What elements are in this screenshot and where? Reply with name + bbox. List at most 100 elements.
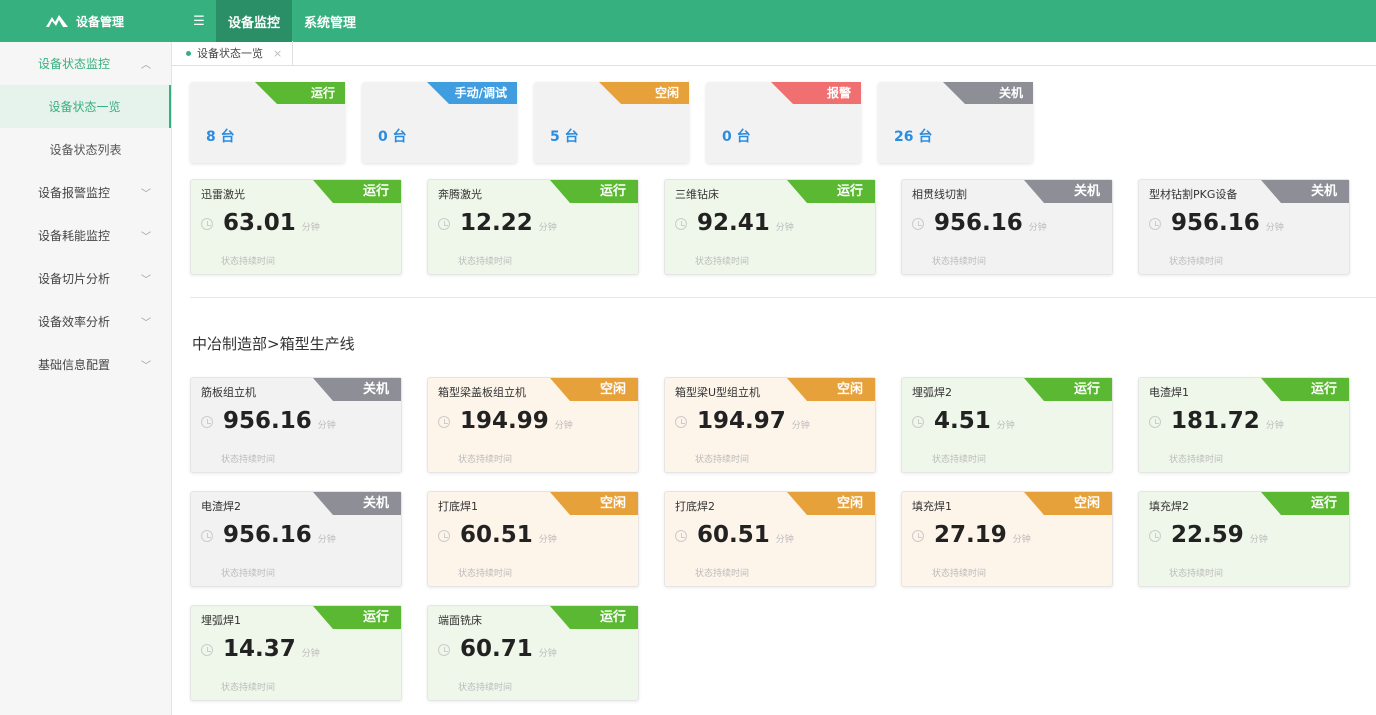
device-card[interactable]: 端面铣床 运行 60.71 分钟 状态持续时间 xyxy=(427,605,639,701)
device-card[interactable]: 埋弧焊1 运行 14.37 分钟 状态持续时间 xyxy=(190,605,402,701)
duration-caption: 状态持续时间 xyxy=(695,455,750,465)
device-card[interactable]: 型材钻割PKG设备 关机 956.16 分钟 状态持续时间 xyxy=(1138,179,1350,275)
duration-value: 14.37 分钟 xyxy=(223,636,320,662)
chevron-down-icon: ﹀ xyxy=(141,189,151,200)
device-card[interactable]: 相贯线切割 关机 956.16 分钟 状态持续时间 xyxy=(901,179,1113,275)
device-name: 型材钻割PKG设备 xyxy=(1149,188,1238,201)
clock-icon xyxy=(675,416,687,428)
duration-caption: 状态持续时间 xyxy=(458,257,513,267)
device-card[interactable]: 电渣焊2 关机 956.16 分钟 状态持续时间 xyxy=(190,491,402,587)
duration-value: 956.16 分钟 xyxy=(223,408,336,434)
duration-caption: 状态持续时间 xyxy=(932,569,987,579)
duration-unit: 分钟 xyxy=(1265,223,1284,233)
duration-value: 92.41 分钟 xyxy=(697,210,794,236)
clock-icon xyxy=(1149,530,1161,542)
duration-number: 956.16 xyxy=(223,522,312,548)
duration-unit: 分钟 xyxy=(301,649,320,659)
device-card[interactable]: 箱型梁盖板组立机 空闲 194.99 分钟 状态持续时间 xyxy=(427,377,639,473)
device-card[interactable]: 打底焊2 空闲 60.51 分钟 状态持续时间 xyxy=(664,491,876,587)
clock-icon xyxy=(201,416,213,428)
status-flag: 报警 xyxy=(771,82,861,104)
summary-card[interactable]: 关机 26 台 xyxy=(878,82,1033,163)
duration-number: 12.22 xyxy=(460,210,533,236)
duration-caption: 状态持续时间 xyxy=(695,257,750,267)
duration-caption: 状态持续时间 xyxy=(932,455,987,465)
clock-icon xyxy=(912,218,924,230)
device-card[interactable]: 奔腾激光 运行 12.22 分钟 状态持续时间 xyxy=(427,179,639,275)
duration-unit: 分钟 xyxy=(1028,223,1047,233)
sidebar-item-slice-analysis[interactable]: 设备切片分析 ﹀ xyxy=(0,257,171,300)
sidebar-item-label: 设备状态监控 xyxy=(38,57,111,71)
sidebar-item-efficiency-analysis[interactable]: 设备效率分析 ﹀ xyxy=(0,300,171,343)
duration-value: 60.51 分钟 xyxy=(460,522,557,548)
sidebar-item-basic-config[interactable]: 基础信息配置 ﹀ xyxy=(0,343,171,386)
status-flag: 运行 xyxy=(550,180,638,203)
device-name: 填充焊1 xyxy=(912,500,952,513)
duration-number: 956.16 xyxy=(223,408,312,434)
status-flag: 运行 xyxy=(313,606,401,629)
duration-unit: 分钟 xyxy=(775,223,794,233)
sidebar-item-energy-monitor[interactable]: 设备耗能监控 ﹀ xyxy=(0,214,171,257)
summary-count: 5 台 xyxy=(550,129,579,145)
clock-icon xyxy=(201,218,213,230)
clock-icon xyxy=(675,530,687,542)
sidebar-subitem-status-overview[interactable]: 设备状态一览 xyxy=(0,85,171,128)
menu-toggle-icon[interactable]: ☰ xyxy=(182,0,216,42)
sidebar-item-alarm-monitor[interactable]: 设备报警监控 ﹀ xyxy=(0,171,171,214)
duration-caption: 状态持续时间 xyxy=(1169,455,1224,465)
status-flag: 运行 xyxy=(550,606,638,629)
chevron-down-icon: ﹀ xyxy=(141,361,151,372)
sidebar-subitem-status-list[interactable]: 设备状态列表 xyxy=(0,128,171,171)
device-name: 埋弧焊1 xyxy=(201,614,241,627)
duration-unit: 分钟 xyxy=(538,649,557,659)
device-card[interactable]: 电渣焊1 运行 181.72 分钟 状态持续时间 xyxy=(1138,377,1350,473)
duration-unit: 分钟 xyxy=(1012,535,1031,545)
duration-caption: 状态持续时间 xyxy=(932,257,987,267)
summary-card[interactable]: 空闲 5 台 xyxy=(534,82,689,163)
sidebar-item-status-monitor[interactable]: 设备状态监控 ︿ xyxy=(0,42,171,85)
duration-value: 22.59 分钟 xyxy=(1171,522,1268,548)
device-card[interactable]: 填充焊1 空闲 27.19 分钟 状态持续时间 xyxy=(901,491,1113,587)
duration-number: 956.16 xyxy=(1171,210,1260,236)
duration-caption: 状态持续时间 xyxy=(458,569,513,579)
clock-icon xyxy=(675,218,687,230)
app-logo[interactable]: 设备管理 xyxy=(0,0,172,42)
duration-unit: 分钟 xyxy=(791,421,810,431)
clock-icon xyxy=(1149,416,1161,428)
duration-unit: 分钟 xyxy=(301,223,320,233)
duration-number: 22.59 xyxy=(1171,522,1244,548)
device-card[interactable]: 筋板组立机 关机 956.16 分钟 状态持续时间 xyxy=(190,377,402,473)
duration-unit: 分钟 xyxy=(554,421,573,431)
status-flag: 空闲 xyxy=(787,492,875,515)
sidebar-item-label: 设备效率分析 xyxy=(38,315,111,329)
device-card[interactable]: 三维钻床 运行 92.41 分钟 状态持续时间 xyxy=(664,179,876,275)
duration-value: 956.16 分钟 xyxy=(223,522,336,548)
duration-number: 4.51 xyxy=(934,408,991,434)
close-icon[interactable]: × xyxy=(273,47,282,60)
duration-caption: 状态持续时间 xyxy=(458,455,513,465)
duration-value: 956.16 分钟 xyxy=(1171,210,1284,236)
chevron-down-icon: ﹀ xyxy=(141,318,151,329)
device-card[interactable]: 打底焊1 空闲 60.51 分钟 状态持续时间 xyxy=(427,491,639,587)
tab-status-overview[interactable]: 设备状态一览 × xyxy=(172,41,294,65)
device-card[interactable]: 填充焊2 运行 22.59 分钟 状态持续时间 xyxy=(1138,491,1350,587)
summary-card[interactable]: 运行 8 台 xyxy=(190,82,345,163)
clock-icon xyxy=(201,530,213,542)
divider xyxy=(190,297,1376,298)
device-card[interactable]: 箱型梁U型组立机 空闲 194.97 分钟 状态持续时间 xyxy=(664,377,876,473)
clock-icon xyxy=(912,416,924,428)
summary-count: 26 台 xyxy=(894,129,933,145)
summary-card[interactable]: 手动/调试 0 台 xyxy=(362,82,517,163)
topnav-device-monitor[interactable]: 设备监控 xyxy=(216,0,293,42)
device-card[interactable]: 埋弧焊2 运行 4.51 分钟 状态持续时间 xyxy=(901,377,1113,473)
duration-number: 27.19 xyxy=(934,522,1007,548)
duration-caption: 状态持续时间 xyxy=(221,455,276,465)
summary-card[interactable]: 报警 0 台 xyxy=(706,82,861,163)
duration-number: 194.99 xyxy=(460,408,549,434)
status-flag: 运行 xyxy=(787,180,875,203)
device-card[interactable]: 迅雷激光 运行 63.01 分钟 状态持续时间 xyxy=(190,179,402,275)
duration-unit: 分钟 xyxy=(775,535,794,545)
topnav-system-admin[interactable]: 系统管理 xyxy=(292,0,368,42)
duration-value: 60.71 分钟 xyxy=(460,636,557,662)
duration-number: 14.37 xyxy=(223,636,296,662)
